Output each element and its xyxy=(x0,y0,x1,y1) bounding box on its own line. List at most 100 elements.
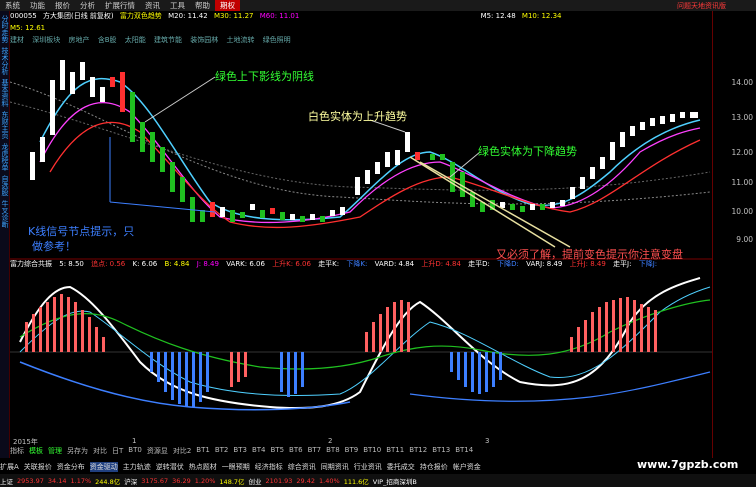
tab-item[interactable]: BT14 xyxy=(455,446,473,455)
tab-item[interactable]: BT13 xyxy=(432,446,450,455)
tab-item[interactable]: BT10 xyxy=(363,446,381,455)
tab-item[interactable]: 日T xyxy=(112,446,123,455)
menu-item-analysis[interactable]: 分析 xyxy=(75,0,100,11)
tab-fund-drive[interactable]: 资金驱动 xyxy=(89,462,118,472)
index-change: 36.29 xyxy=(172,476,191,485)
sidebar-item-watchlist[interactable]: 自选股 xyxy=(0,175,9,196)
index-cy-label[interactable]: 创业 xyxy=(249,476,262,486)
tab-hot-topic[interactable]: 热点题材 xyxy=(189,462,217,472)
tab-item[interactable]: BT9 xyxy=(345,446,359,455)
tab-item[interactable]: BT5 xyxy=(270,446,284,455)
ind-value: 走平K: xyxy=(318,260,340,268)
sidebar-item-timeshare[interactable]: 分时走势 xyxy=(0,15,9,43)
sidebar-item-dragon[interactable]: 龙虎榜单 xyxy=(0,143,9,171)
menu-item-news[interactable]: 资讯 xyxy=(140,0,165,11)
ind-value: 追点: 0.56 xyxy=(91,260,126,268)
tab-item[interactable]: 对比2 xyxy=(173,446,191,455)
sidebar-item-technical[interactable]: 技术分析 xyxy=(0,47,9,75)
menu-item-function[interactable]: 功能 xyxy=(25,0,50,11)
ind-value: 5: 8.50 xyxy=(59,260,84,268)
sidebar-item-diagnosis[interactable]: 牛叉诊断 xyxy=(0,200,9,228)
tab-related[interactable]: 关联报价 xyxy=(24,462,52,472)
vip-label[interactable]: VIP_招商深圳B xyxy=(373,476,417,486)
index-sh-label[interactable]: 上证 xyxy=(0,476,13,486)
candles-group xyxy=(30,60,698,222)
index-value: 3175.67 xyxy=(141,476,169,485)
sidebar-item-basic[interactable]: 基本资料 xyxy=(0,79,9,107)
index-amount: 111.6亿 xyxy=(343,477,369,486)
tab-item[interactable]: BT2 xyxy=(215,446,229,455)
ind-value: 走平D: xyxy=(468,260,490,268)
ind-value: 下降J: xyxy=(638,260,658,268)
stock-code: 000055 xyxy=(10,12,37,20)
date-axis: 2015年 1 2 3 xyxy=(10,437,713,446)
indicator-info-bar: 富力综合共振 5: 8.50 追点: 0.56 K: 6.06 B: 4.84 … xyxy=(10,259,713,269)
tab-item[interactable]: BT1 xyxy=(196,446,210,455)
tab-item[interactable]: BT8 xyxy=(326,446,340,455)
tab-item[interactable]: BT0 xyxy=(128,446,142,455)
date-label: 2 xyxy=(328,437,333,445)
ma30-value: M30: 11.27 xyxy=(213,12,254,20)
tab-same-period[interactable]: 同期资讯 xyxy=(321,462,349,472)
ind-value: J: 8.49 xyxy=(196,260,219,268)
sidebar-item-home[interactable]: 东财主页 xyxy=(0,111,9,139)
tab-template[interactable]: 模板 xyxy=(29,446,43,455)
watermark: www.7gpzb.com xyxy=(637,458,739,471)
index-change: 34.14 xyxy=(47,476,67,485)
indicator-tabs: 指标 模板 管理 另存为 对比 日T BT0 资源显 对比2 BT1 BT2 B… xyxy=(10,446,478,455)
menu-item-extended[interactable]: 扩展行情 xyxy=(100,0,140,11)
ind-value: K: 6.06 xyxy=(132,260,158,268)
tab-compare[interactable]: 对比 xyxy=(93,446,107,455)
menu-item-quote[interactable]: 报价 xyxy=(50,0,75,11)
index-pct: 1.40% xyxy=(319,476,340,485)
menu-item-system[interactable]: 系统 xyxy=(0,0,25,11)
tab-item[interactable]: BT12 xyxy=(409,446,427,455)
ind-value: 走平J: xyxy=(613,260,632,268)
ind-value: VARK: 6.06 xyxy=(226,260,265,268)
tab-item[interactable]: BT4 xyxy=(252,446,266,455)
menu-item-tools[interactable]: 工具 xyxy=(165,0,190,11)
menu-item-help[interactable]: 帮助 xyxy=(190,0,215,11)
ind-value: B: 4.84 xyxy=(164,260,190,268)
tab-item[interactable]: BT6 xyxy=(289,446,303,455)
m5-value: M5: 12.48 xyxy=(480,12,516,20)
tab-orders[interactable]: 委托成交 xyxy=(387,462,415,472)
tab-holdings[interactable]: 持仓报价 xyxy=(420,462,448,472)
tab-item[interactable]: 资源显 xyxy=(147,446,168,455)
tab-main-track[interactable]: 主力轨迹 xyxy=(123,462,151,472)
tab-manage[interactable]: 管理 xyxy=(48,446,62,455)
menu-item-options[interactable]: 期权 xyxy=(215,0,240,11)
tab-item[interactable]: BT7 xyxy=(308,446,322,455)
ind-value: 上升K: 6.06 xyxy=(272,260,311,268)
index-amount: 148.7亿 xyxy=(219,477,245,486)
tab-industry[interactable]: 行业资讯 xyxy=(354,462,382,472)
annotation-kline-hint-1: K线信号节点提示，只 xyxy=(28,225,135,238)
tab-indicator[interactable]: 指标 xyxy=(10,446,24,455)
indicator-title[interactable]: 富力综合共振 xyxy=(10,260,52,268)
tab-fund-distribution[interactable]: 资金分布 xyxy=(57,462,85,472)
tab-save-as[interactable]: 另存为 xyxy=(67,446,88,455)
index-value: 2101.93 xyxy=(265,476,293,485)
tab-account[interactable]: 帐户资金 xyxy=(453,462,481,472)
index-pct: 1.20% xyxy=(194,476,216,485)
tab-forecast[interactable]: 一眼预期 xyxy=(222,462,250,472)
tab-news[interactable]: 综合资讯 xyxy=(288,462,316,472)
date-label: 3 xyxy=(485,437,490,445)
axis-tick: 12.00 xyxy=(731,148,753,157)
left-sidebar: 分时走势 技术分析 基本资料 东财主页 龙虎榜单 自选股 牛叉诊断 xyxy=(0,11,10,458)
price-axis: 14.00 13.00 12.00 11.00 10.00 9.00 xyxy=(712,11,756,458)
m10-value: M10: 12.34 xyxy=(521,12,562,20)
formula-name[interactable]: 富力双色趋势 xyxy=(120,12,162,20)
axis-tick: 11.00 xyxy=(731,178,753,187)
tab-reversal[interactable]: 逆转潜伏 xyxy=(156,462,184,472)
tab-economic[interactable]: 经济指标 xyxy=(255,462,283,472)
axis-tick: 13.00 xyxy=(731,113,753,122)
histogram-bars xyxy=(25,294,657,407)
status-bar: 上证 2953.97 34.14 1.17% 244.8亿 沪深 3175.67… xyxy=(0,474,756,487)
tab-item[interactable]: BT11 xyxy=(386,446,404,455)
promo-text[interactable]: 问题天地资讯版 xyxy=(677,1,756,11)
tab-expand[interactable]: 扩展A xyxy=(0,462,19,472)
tab-item[interactable]: BT3 xyxy=(233,446,247,455)
index-value: 2953.97 xyxy=(17,476,44,485)
index-hs-label[interactable]: 沪深 xyxy=(124,476,137,486)
